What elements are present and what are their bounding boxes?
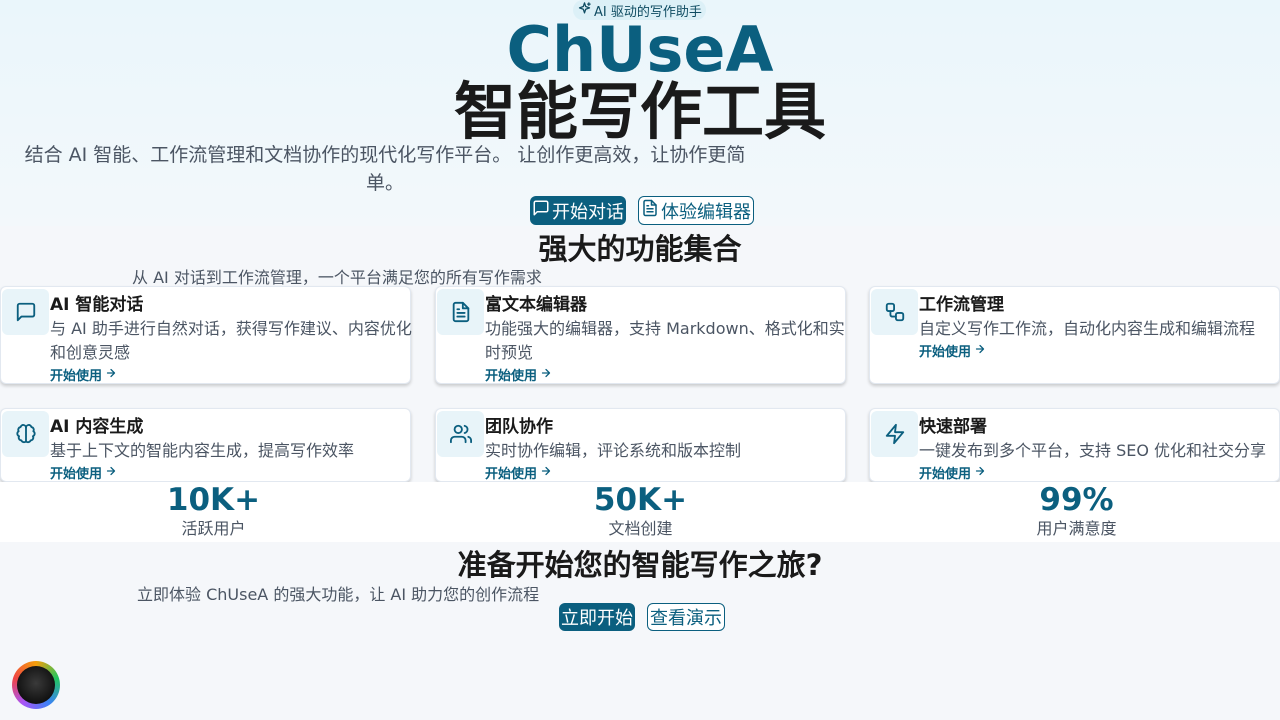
start-now-button[interactable]: 立即开始 xyxy=(559,603,635,631)
feature-start-link[interactable]: 开始使用 xyxy=(485,365,552,384)
feature-title: 快速部署 xyxy=(919,417,987,437)
feature-desc: 自定义写作工作流，自动化内容生成和编辑流程 xyxy=(919,319,1256,338)
feature-card-rich-editor[interactable]: 富文本编辑器 功能强大的编辑器，支持 Markdown、格式化和实时预览 开始使… xyxy=(435,286,846,384)
arrow-right-icon xyxy=(105,465,117,481)
feature-card-ai-chat[interactable]: AI 智能对话 与 AI 助手进行自然对话，获得写作建议、内容优化和创意灵感 开… xyxy=(0,286,412,384)
workflow-icon xyxy=(871,289,918,335)
stats-section: 10K+ 活跃用户 50K+ 文档创建 99% 用户满意度 xyxy=(0,482,1280,542)
file-text-icon xyxy=(437,289,484,335)
feature-start-link[interactable]: 开始使用 xyxy=(485,463,552,482)
zap-icon xyxy=(871,411,918,457)
arrow-right-icon xyxy=(540,367,552,383)
start-chat-button[interactable]: 开始对话 xyxy=(530,196,626,225)
stat-active-users: 10K+ 活跃用户 xyxy=(0,482,427,540)
stat-label: 用户满意度 xyxy=(1036,519,1117,538)
arrow-right-icon xyxy=(540,465,552,481)
feature-start-link[interactable]: 开始使用 xyxy=(50,365,117,384)
feature-desc: 一键发布到多个平台，支持 SEO 优化和社交分享 xyxy=(919,441,1267,460)
view-demo-button[interactable]: 查看演示 xyxy=(647,603,725,631)
cta-subtitle: 立即体验 ChUseA 的强大功能，让 AI 助力您的创作流程 xyxy=(137,585,540,604)
hero-subtitle: 结合 AI 智能、工作流管理和文档协作的现代化写作平台。 让创作更高效，让协作更… xyxy=(0,141,770,197)
feature-card-quick-deploy[interactable]: 快速部署 一键发布到多个平台，支持 SEO 优化和社交分享 开始使用 xyxy=(869,408,1280,482)
users-icon xyxy=(437,411,484,457)
feature-card-team-collab[interactable]: 团队协作 实时协作编辑，评论系统和版本控制 开始使用 xyxy=(435,408,846,482)
feature-title: AI 智能对话 xyxy=(50,295,144,315)
message-square-icon xyxy=(2,289,49,335)
start-chat-label: 开始对话 xyxy=(552,201,624,223)
try-editor-label: 体验编辑器 xyxy=(661,201,751,223)
feature-title: 工作流管理 xyxy=(919,295,1004,315)
feature-start-link[interactable]: 开始使用 xyxy=(919,463,986,482)
message-square-icon xyxy=(532,199,550,222)
stat-label: 活跃用户 xyxy=(181,519,246,538)
feature-start-label: 开始使用 xyxy=(485,467,538,482)
avatar xyxy=(17,666,55,704)
features-subtitle: 从 AI 对话到工作流管理，一个平台满足您的所有写作需求 xyxy=(132,268,542,287)
brain-icon xyxy=(2,411,49,457)
feature-start-label: 开始使用 xyxy=(50,467,103,482)
assistant-avatar-button[interactable] xyxy=(12,661,60,709)
stat-value: 10K+ xyxy=(166,482,261,518)
feature-start-label: 开始使用 xyxy=(919,345,972,360)
hero-title: 智能写作工具 xyxy=(453,75,826,148)
hero-subtitle-line2: 单。 xyxy=(365,172,404,194)
feature-start-link[interactable]: 开始使用 xyxy=(919,341,986,360)
feature-start-link[interactable]: 开始使用 xyxy=(50,463,117,482)
feature-start-label: 开始使用 xyxy=(50,369,103,384)
stat-value: 50K+ xyxy=(593,482,688,518)
start-now-label: 立即开始 xyxy=(561,608,633,629)
try-editor-button[interactable]: 体验编辑器 xyxy=(638,196,754,225)
stat-label: 文档创建 xyxy=(608,519,673,538)
feature-desc: 实时协作编辑，评论系统和版本控制 xyxy=(485,441,742,460)
feature-desc: 功能强大的编辑器，支持 Markdown、格式化和实时预览 xyxy=(485,319,845,362)
stat-value: 99% xyxy=(1039,482,1114,518)
stat-documents: 50K+ 文档创建 xyxy=(427,482,854,540)
hero-subtitle-line1: 结合 AI 智能、工作流管理和文档协作的现代化写作平台。 让创作更高效，让协作更… xyxy=(24,144,746,166)
feature-desc: 与 AI 助手进行自然对话，获得写作建议、内容优化和创意灵感 xyxy=(50,319,412,362)
feature-start-label: 开始使用 xyxy=(485,369,538,384)
feature-title: 团队协作 xyxy=(485,417,553,437)
features-title: 强大的功能集合 xyxy=(538,232,742,266)
feature-title: AI 内容生成 xyxy=(50,417,144,437)
feature-card-ai-generation[interactable]: AI 内容生成 基于上下文的智能内容生成，提高写作效率 开始使用 xyxy=(0,408,411,482)
stat-satisfaction: 99% 用户满意度 xyxy=(863,482,1280,540)
arrow-right-icon xyxy=(974,465,986,481)
feature-desc: 基于上下文的智能内容生成，提高写作效率 xyxy=(50,441,355,460)
feature-start-label: 开始使用 xyxy=(919,467,972,482)
feature-card-workflow[interactable]: 工作流管理 自定义写作工作流，自动化内容生成和编辑流程 开始使用 xyxy=(869,286,1280,384)
cta-title: 准备开始您的智能写作之旅? xyxy=(457,548,823,582)
view-demo-label: 查看演示 xyxy=(650,608,722,629)
arrow-right-icon xyxy=(105,367,117,383)
arrow-right-icon xyxy=(974,343,986,359)
file-text-icon xyxy=(641,199,659,222)
feature-title: 富文本编辑器 xyxy=(485,295,587,315)
